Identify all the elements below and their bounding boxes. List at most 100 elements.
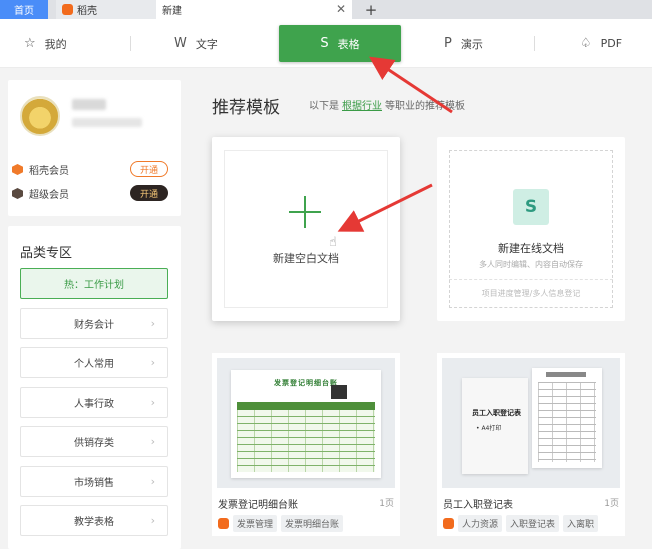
tab-new[interactable]: 新建 ✕ xyxy=(156,0,352,19)
template-name: 员工入职登记表 xyxy=(443,500,513,511)
category-item[interactable]: 个人常用 › xyxy=(20,347,168,378)
thumb-title: 员工入职登记表 xyxy=(472,409,521,417)
template-pages: 1页 xyxy=(379,499,394,509)
tab-daoke-label: 稻壳 xyxy=(77,6,97,17)
new-online-doc-label: 新建在线文档 xyxy=(498,242,564,255)
user-id-blurred xyxy=(72,118,142,127)
nav-sheet-label: 表格 xyxy=(337,37,360,51)
chevron-right-icon: › xyxy=(150,435,155,448)
open-daoke-member-button[interactable]: 开通 xyxy=(130,161,168,177)
template-tag[interactable]: 人力资源 xyxy=(458,515,503,532)
category-item-label: 教学表格 xyxy=(74,517,114,528)
tab-daoke[interactable]: 稻壳 xyxy=(56,0,156,19)
daoke-logo-icon xyxy=(62,4,73,15)
template-tag[interactable]: 入离职 xyxy=(563,515,599,532)
chevron-right-icon: › xyxy=(150,475,155,488)
template-tag[interactable]: 发票明细台账 xyxy=(281,515,344,532)
plus-icon xyxy=(304,196,306,228)
member-label: 稻壳会员 xyxy=(29,166,69,177)
template-tag[interactable]: 入职登记表 xyxy=(506,515,560,532)
star-icon: ☆ xyxy=(24,36,36,51)
industry-link[interactable]: 根据行业 xyxy=(342,97,382,112)
thumb-box xyxy=(331,385,347,399)
nav-text[interactable]: W 文字 xyxy=(174,19,218,68)
chevron-right-icon: › xyxy=(150,317,155,330)
daoke-member-badge-icon xyxy=(12,164,23,175)
pdf-icon: ♤ xyxy=(580,36,592,51)
template-card[interactable]: 员工入职登记表 • A4打印 员工入职登记表 1页 人力资源 入职登记表 入离职 xyxy=(437,353,625,536)
template-pages: 1页 xyxy=(604,499,619,509)
template-thumbnail: 员工入职登记表 • A4打印 xyxy=(442,358,620,488)
tab-new-label: 新建 xyxy=(162,6,182,17)
member-super: 超级会员 xyxy=(12,186,69,201)
template-thumbnail: 发票登记明细台账 xyxy=(217,358,395,488)
category-item[interactable]: 教学表格 › xyxy=(20,505,168,536)
doc-type-nav: ☆ 我的 W 文字 S 表格 P 演示 ♤ PDF xyxy=(0,19,652,68)
invoice-sheet-preview: 发票登记明细台账 xyxy=(231,370,381,478)
template-tags: 发票管理 发票明细台账 xyxy=(218,515,344,532)
new-blank-doc-label: 新建空白文档 xyxy=(273,252,339,265)
nav-mine[interactable]: ☆ 我的 xyxy=(24,19,67,68)
template-tag[interactable]: 发票管理 xyxy=(233,515,278,532)
chevron-right-icon: › xyxy=(150,396,155,409)
presentation-icon: P xyxy=(444,36,452,51)
category-hot[interactable]: 热：工作计划 xyxy=(20,268,168,299)
employee-form-preview xyxy=(532,368,602,468)
chevron-right-icon: › xyxy=(150,514,155,527)
user-name-blurred xyxy=(72,99,106,110)
subtitle-suffix: 等职业的推荐模板 xyxy=(385,101,465,112)
category-item-label: 个人常用 xyxy=(74,359,114,370)
thumb-header-band xyxy=(237,402,375,410)
add-tab-button[interactable]: + xyxy=(360,0,382,19)
close-tab-icon[interactable]: ✕ xyxy=(336,2,346,16)
open-super-member-button[interactable]: 开通 xyxy=(130,185,168,201)
member-label: 超级会员 xyxy=(29,190,69,201)
thumb-title: 发票登记明细台账 xyxy=(274,379,338,387)
thumb-bullet: • A4打印 xyxy=(476,425,502,432)
tab-home-label: 首页 xyxy=(14,6,34,17)
nav-divider xyxy=(534,36,535,51)
new-blank-doc-card[interactable] xyxy=(212,137,400,321)
category-item-label: 市场销售 xyxy=(74,478,114,489)
section-title: 推荐模板 xyxy=(212,98,280,118)
online-doc-foot: 项目进度管理/多人信息登记 xyxy=(449,279,613,299)
daoke-logo-icon xyxy=(443,518,454,529)
hand-cursor-icon: ☝ xyxy=(329,235,337,250)
member-daoke: 稻壳会员 xyxy=(12,162,69,177)
tab-bar: 首页 稻壳 新建 ✕ + xyxy=(0,0,652,19)
template-card[interactable]: 发票登记明细台账 发票登记明细台账 1页 发票管理 发票明细台账 xyxy=(212,353,400,536)
avatar[interactable] xyxy=(20,96,60,136)
category-item[interactable]: 财务会计 › xyxy=(20,308,168,339)
category-item-label: 供销存类 xyxy=(74,438,114,449)
template-tags: 人力资源 入职登记表 入离职 xyxy=(443,515,599,532)
thumb-grid xyxy=(237,402,375,472)
category-item-label: 财务会计 xyxy=(74,320,114,331)
thumb-header xyxy=(546,372,586,377)
template-name: 发票登记明细台账 xyxy=(218,500,298,511)
tab-home[interactable]: 首页 xyxy=(0,0,48,19)
nav-divider xyxy=(130,36,131,51)
category-panel: 品类专区 热：工作计划 财务会计 › 个人常用 › 人事行政 › 供销存类 › 市场销售… xyxy=(8,226,181,549)
thumb-grid xyxy=(538,382,596,462)
category-item[interactable]: 市场销售 › xyxy=(20,466,168,497)
category-item-label: 人事行政 xyxy=(74,399,114,410)
employee-cover-preview: 员工入职登记表 • A4打印 xyxy=(462,378,528,474)
spreadsheet-icon: S xyxy=(320,36,329,51)
nav-pdf-label: PDF xyxy=(600,37,623,50)
online-doc-desc: 多人同时编辑、内容自动保存 xyxy=(479,260,583,269)
blank-card-inner xyxy=(224,150,388,308)
nav-present[interactable]: P 演示 xyxy=(444,19,483,68)
nav-pdf[interactable]: ♤ PDF xyxy=(580,19,622,68)
chevron-right-icon: › xyxy=(150,356,155,369)
nav-sheet[interactable]: S 表格 xyxy=(279,25,401,62)
online-sheet-icon: S xyxy=(513,189,549,225)
nav-mine-label: 我的 xyxy=(44,37,67,51)
nav-text-label: 文字 xyxy=(195,37,218,51)
category-item[interactable]: 供销存类 › xyxy=(20,426,168,457)
subtitle-prefix: 以下是 xyxy=(309,101,339,112)
daoke-logo-icon xyxy=(218,518,229,529)
category-title: 品类专区 xyxy=(20,246,73,261)
super-member-badge-icon xyxy=(12,188,23,199)
category-item[interactable]: 人事行政 › xyxy=(20,387,168,418)
section-subtitle: 以下是 根据行业 等职业的推荐模板 xyxy=(309,97,465,112)
